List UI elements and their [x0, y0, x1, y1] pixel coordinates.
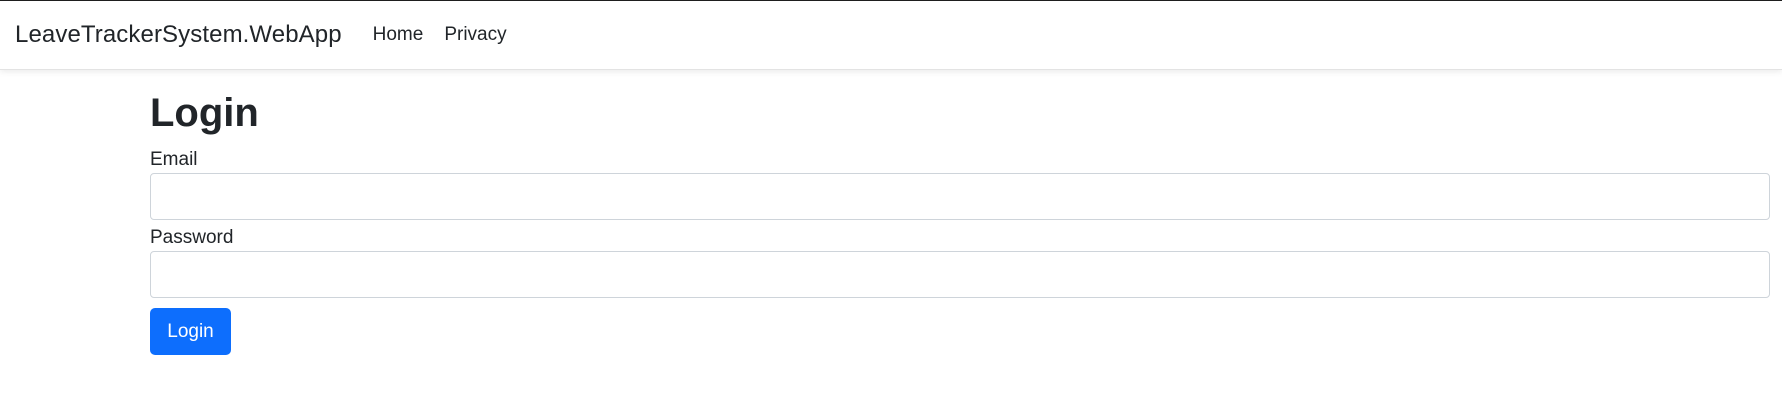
login-form: Email Password Login: [150, 150, 1770, 355]
main-content: Login Email Password Login: [150, 70, 1770, 355]
brand-link[interactable]: LeaveTrackerSystem.WebApp: [15, 21, 342, 49]
navbar: LeaveTrackerSystem.WebApp Home Privacy: [0, 1, 1782, 70]
login-button[interactable]: Login: [150, 308, 231, 355]
nav-link-home[interactable]: Home: [373, 24, 424, 46]
nav-links: Home Privacy: [373, 24, 507, 46]
email-label: Email: [150, 149, 198, 170]
password-field[interactable]: [150, 251, 1770, 298]
page-title: Login: [150, 91, 259, 135]
nav-link-privacy[interactable]: Privacy: [444, 24, 506, 46]
email-field[interactable]: [150, 173, 1770, 220]
password-label: Password: [150, 227, 234, 248]
